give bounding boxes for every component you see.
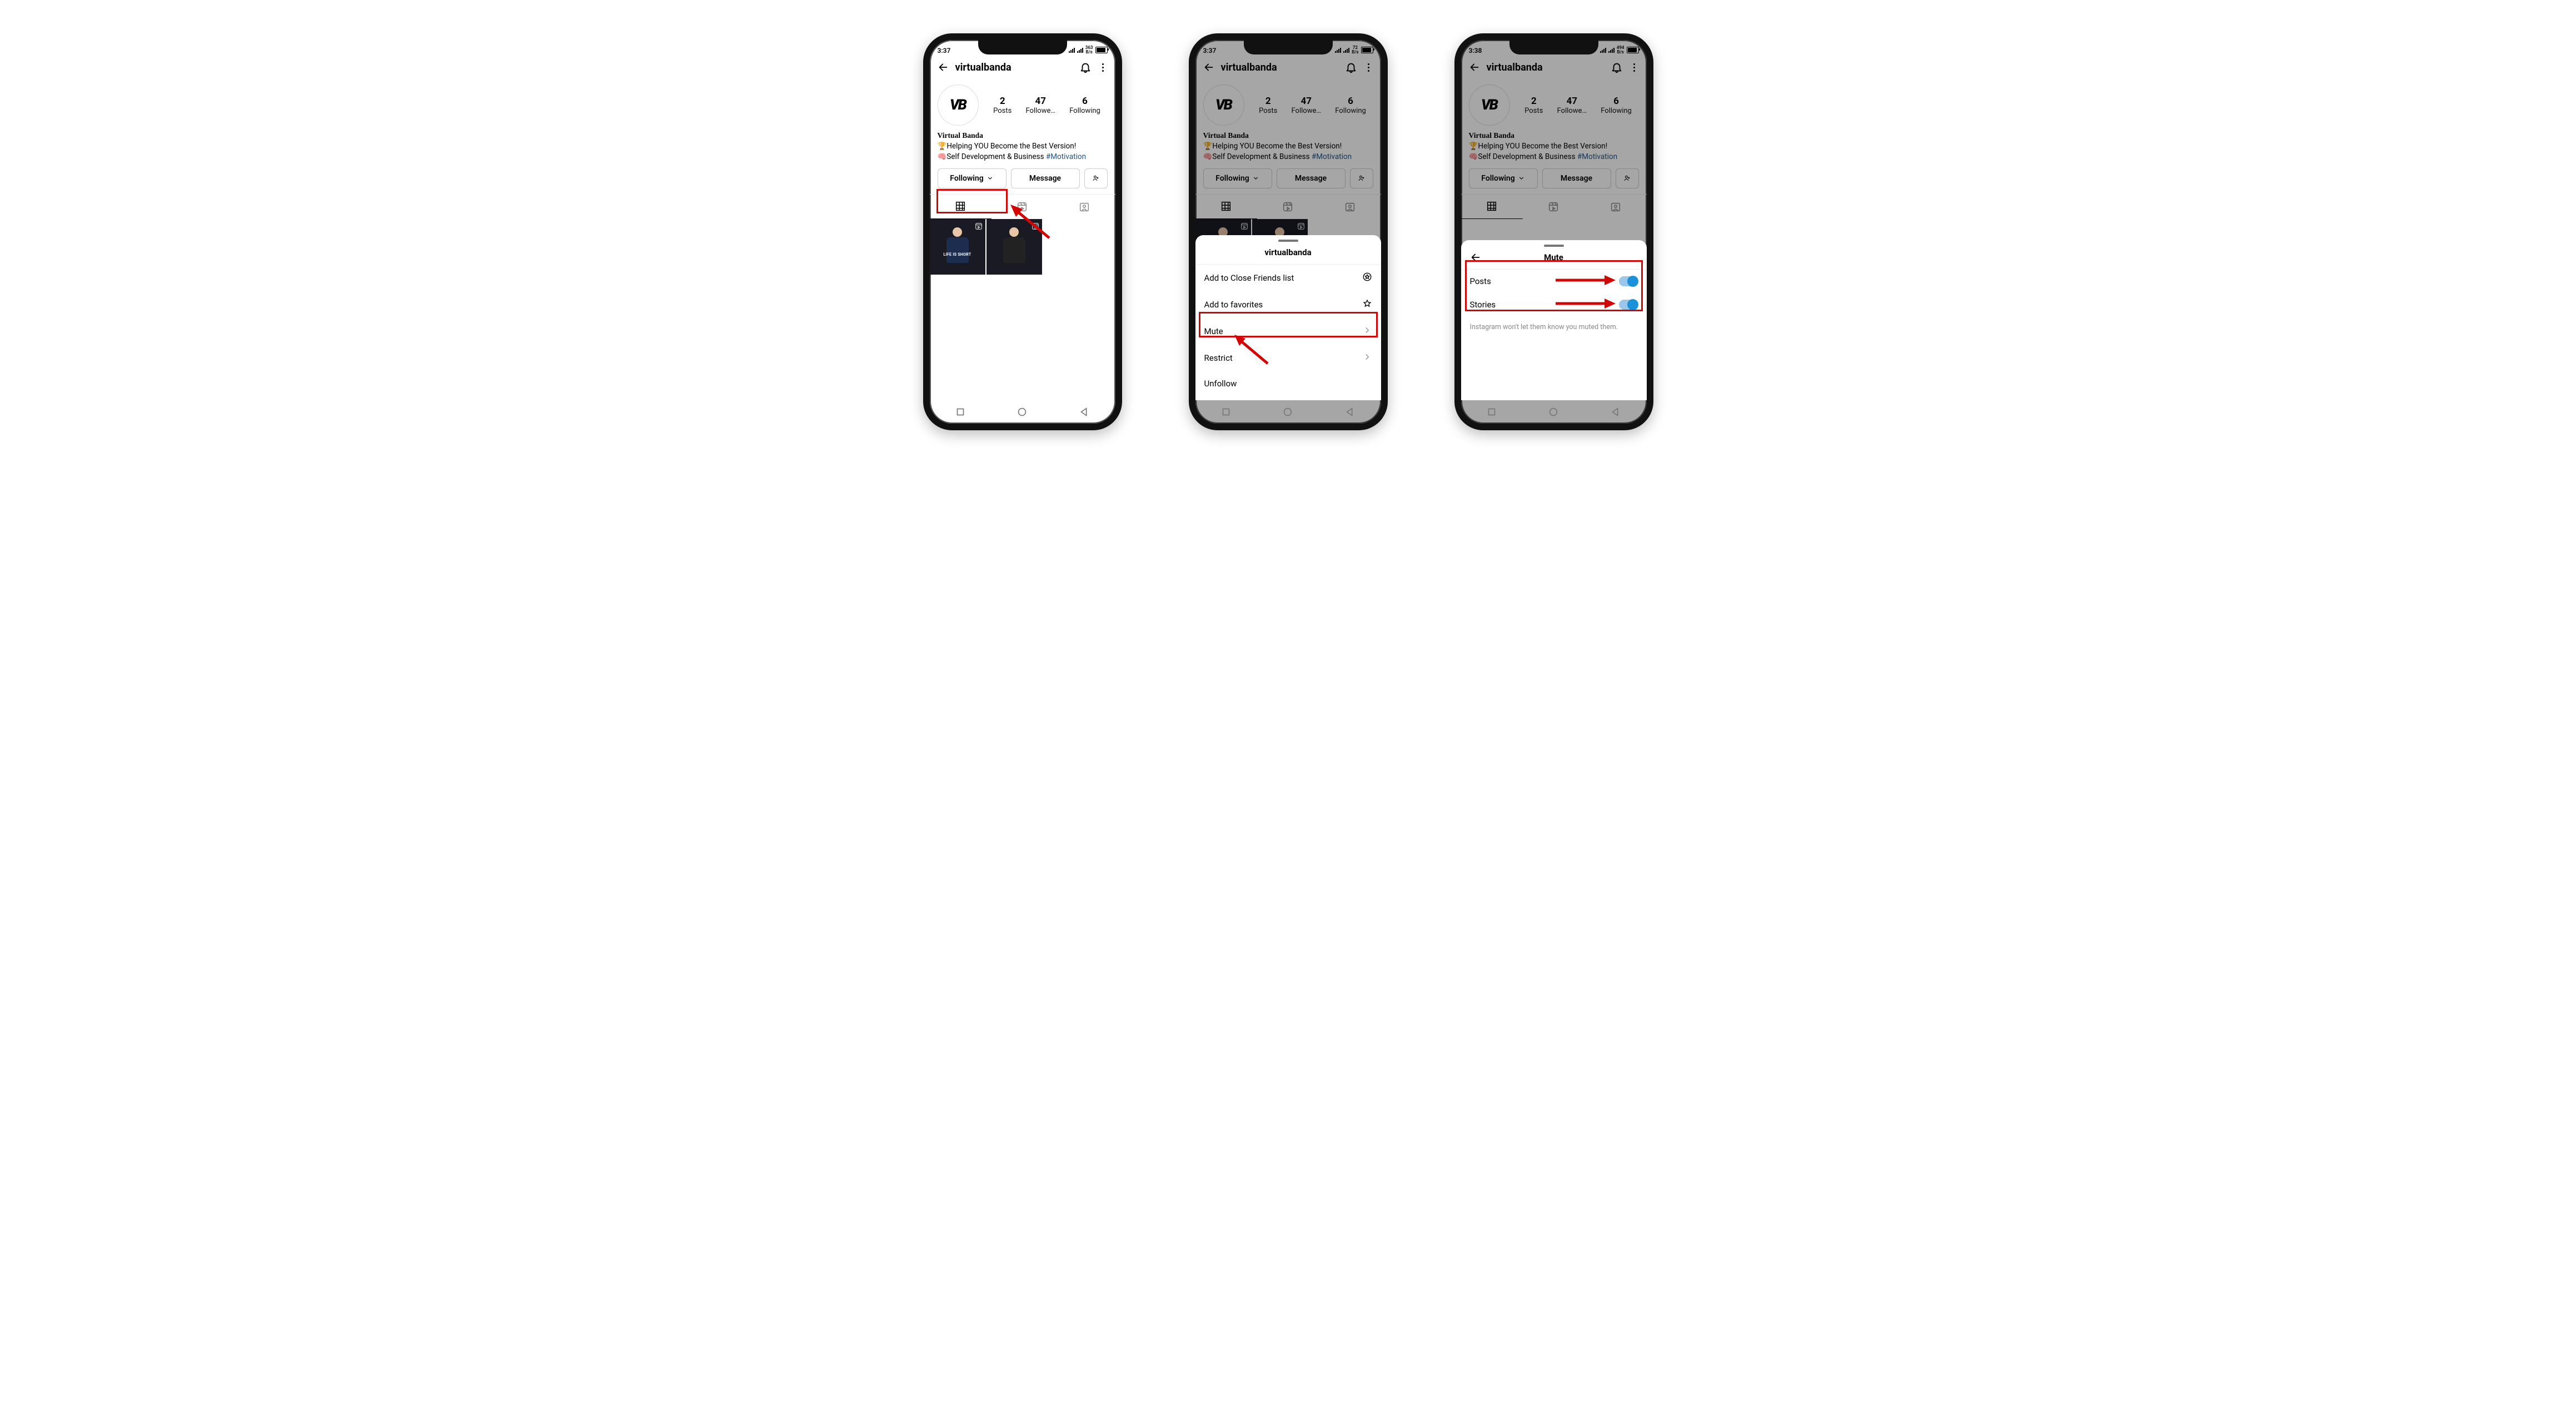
arrow-to-posts-toggle: [1556, 273, 1616, 287]
stat-following[interactable]: 6Following: [1069, 96, 1100, 115]
phone-2: 3:37 72B/s virtualbanda VB 2Posts 47Foll…: [1189, 33, 1388, 430]
profile-username: virtualbanda: [955, 62, 1073, 73]
star-icon: [1362, 299, 1372, 311]
add-user-icon: [1092, 175, 1099, 182]
stat-followers[interactable]: 47Followe…: [1026, 96, 1056, 115]
mute-posts-row: Posts: [1461, 270, 1647, 293]
menu-close-friends[interactable]: Add to Close Friends list: [1195, 265, 1381, 291]
android-nav: [930, 400, 1115, 424]
drag-handle[interactable]: [1278, 240, 1298, 242]
mute-sheet: Mute Posts Stories Instagram won't let t…: [1461, 240, 1647, 400]
menu-unfollow[interactable]: Unfollow: [1195, 371, 1381, 396]
notch: [1509, 38, 1598, 54]
display-name: Virtual Banda: [938, 130, 1108, 141]
arrow-to-stories-toggle: [1556, 296, 1616, 311]
mute-posts-label: Posts: [1470, 276, 1491, 286]
menu-favorites[interactable]: Add to favorites: [1195, 291, 1381, 318]
chevron-right-icon: [1362, 325, 1372, 337]
bell-icon[interactable]: [1079, 61, 1092, 74]
following-button[interactable]: Following: [938, 168, 1007, 188]
nav-back[interactable]: [1344, 406, 1356, 418]
following-sheet: virtualbanda Add to Close Friends list A…: [1195, 235, 1381, 400]
sheet-title: virtualbanda: [1195, 247, 1381, 265]
status-time: 3:37: [938, 47, 951, 54]
reel-icon: [975, 222, 983, 230]
signal-icon-2: [1077, 48, 1083, 53]
sheet-back-icon[interactable]: [1469, 251, 1482, 264]
post-thumb-1[interactable]: LIFE IS SHORT: [930, 219, 985, 275]
mute-note: Instagram won't let them know you muted …: [1461, 316, 1647, 338]
header: virtualbanda: [930, 54, 1115, 80]
nav-recent[interactable]: [954, 406, 966, 418]
tab-grid[interactable]: [930, 195, 991, 219]
nav-home[interactable]: [1016, 406, 1028, 418]
menu-restrict[interactable]: Restrict: [1195, 345, 1381, 371]
battery-icon: [1095, 47, 1108, 53]
star-circle-icon: [1362, 272, 1372, 284]
signal-icon: [1069, 48, 1075, 53]
chevron-right-icon: [1362, 352, 1372, 364]
tab-tagged[interactable]: [1053, 195, 1115, 219]
sheet-title: Mute: [1461, 252, 1647, 270]
android-nav: [1461, 400, 1647, 424]
avatar[interactable]: VB: [938, 84, 979, 126]
stat-posts[interactable]: 2Posts: [993, 96, 1012, 115]
mute-stories-toggle[interactable]: [1619, 300, 1638, 310]
suggest-button[interactable]: [1084, 168, 1108, 188]
mute-stories-label: Stories: [1470, 300, 1496, 310]
back-icon[interactable]: [936, 61, 950, 74]
mute-stories-row: Stories: [1461, 293, 1647, 316]
nav-back[interactable]: [1078, 406, 1090, 418]
network-speed: 363B/s: [1085, 46, 1093, 54]
drag-handle[interactable]: [1544, 245, 1564, 247]
menu-mute[interactable]: Mute: [1195, 318, 1381, 345]
nav-home[interactable]: [1547, 406, 1559, 418]
nav-home[interactable]: [1282, 406, 1294, 418]
nav-recent[interactable]: [1220, 406, 1232, 418]
android-nav: [1195, 400, 1381, 424]
mute-posts-toggle[interactable]: [1619, 276, 1638, 286]
hashtag-link[interactable]: #Motivation: [1046, 152, 1086, 161]
phone-3: 3:38 494B/s virtualbanda VB 2Posts 47Fol…: [1454, 33, 1653, 430]
notch: [978, 38, 1067, 54]
phone-1: 3:37 363B/s virtualbanda VB 2Posts 47Fol…: [923, 33, 1122, 430]
message-button[interactable]: Message: [1011, 168, 1080, 188]
arrow-to-mute: [1234, 335, 1273, 368]
chevron-down-icon: [986, 175, 994, 182]
nav-recent[interactable]: [1486, 406, 1498, 418]
bio: Virtual Banda 🏆Helping YOU Become the Be…: [930, 130, 1115, 163]
arrow-to-following: [1010, 205, 1055, 243]
notch: [1244, 38, 1333, 54]
more-icon[interactable]: [1098, 63, 1109, 72]
nav-back[interactable]: [1610, 406, 1622, 418]
